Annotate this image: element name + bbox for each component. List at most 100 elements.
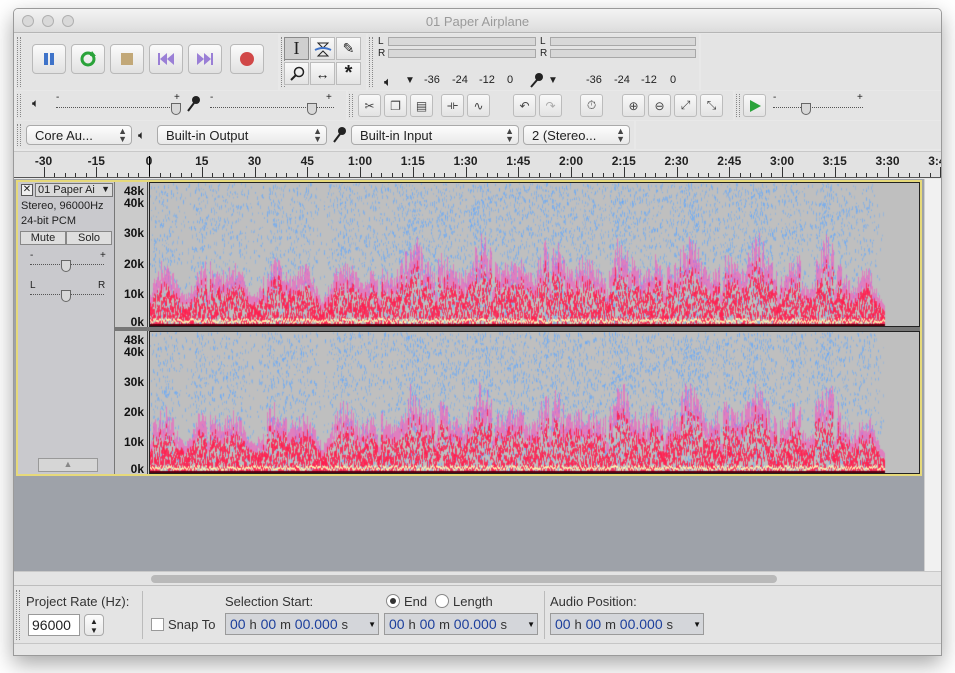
copy-button[interactable]: ❐ (384, 94, 407, 117)
input-channels-select[interactable]: 2 (Stereo... ▲ ▼ (523, 125, 630, 145)
toolbar-grip[interactable] (17, 124, 21, 146)
zoom-in-button[interactable]: ⊕ (622, 94, 645, 117)
multi-tool[interactable]: * (336, 62, 361, 85)
draw-tool[interactable]: ✎ (336, 37, 361, 60)
redo-button[interactable]: ↷ (539, 94, 562, 117)
playback-meter-left[interactable] (388, 37, 536, 46)
play-speed-thumb[interactable] (801, 103, 811, 115)
ruler-minor-tick (486, 173, 488, 177)
playback-meter-right[interactable] (388, 49, 536, 58)
ruler-minor-tick (444, 173, 446, 177)
collapse-track-button[interactable]: ▲ (38, 458, 98, 472)
record-volume-min-label: - (210, 92, 214, 103)
magnifier-icon (289, 66, 304, 81)
undo-button[interactable]: ↶ (513, 94, 536, 117)
track-close-button[interactable]: ✕ (21, 184, 33, 196)
fit-selection-button[interactable]: ⤢ (674, 94, 697, 117)
loop-play-button[interactable] (71, 44, 105, 74)
toolbar-grip[interactable] (17, 94, 21, 117)
track-menu-button[interactable]: 01 Paper Ai ▼ (35, 183, 113, 197)
skip-to-start-button[interactable] (149, 44, 183, 74)
ruler-minor-tick (866, 173, 868, 177)
horizontal-scrollbar[interactable] (14, 571, 941, 585)
minutes-unit: m (439, 617, 450, 632)
silence-button[interactable]: ∿ (467, 94, 490, 117)
vertical-scrollbar[interactable] (924, 179, 941, 571)
snap-to-checkbox[interactable] (151, 618, 164, 631)
playback-volume-slider[interactable] (56, 107, 180, 109)
input-device-select[interactable]: Built-in Input ▲ ▼ (351, 125, 519, 145)
ruler-label: 2:45 (717, 154, 742, 168)
spectrogram-left-channel[interactable] (149, 182, 920, 327)
playback-meter-menu-arrow[interactable]: ▼ (405, 75, 415, 86)
audio-position-time[interactable]: 00 h 00 m 00.000 s ▼ (550, 613, 704, 635)
playback-scale-label: -24 (452, 74, 468, 86)
selection-end-time[interactable]: 00 h 00 m 00.000 s ▼ (384, 613, 538, 635)
envelope-tool[interactable] (310, 37, 335, 60)
toolbar-grip[interactable] (349, 94, 353, 117)
length-radio[interactable] (435, 594, 449, 608)
seconds-value: 00.000 (619, 616, 663, 632)
play-speed-slider[interactable] (773, 107, 863, 109)
solo-button[interactable]: Solo (66, 231, 112, 245)
gain-thumb[interactable] (61, 260, 71, 272)
i-beam-icon: I (293, 38, 300, 58)
record-button[interactable] (230, 44, 264, 74)
zoom-tool[interactable] (284, 62, 309, 85)
toolbar-grip[interactable] (16, 590, 20, 640)
sync-lock-button[interactable]: ⏱︎ (580, 94, 603, 117)
output-device-select[interactable]: Built-in Output ▲ ▼ (157, 125, 327, 145)
selection-start-time[interactable]: 00 h 00 m 00.000 s ▼ (225, 613, 379, 635)
toolbar-grip[interactable] (369, 37, 373, 87)
record-meter-menu-arrow[interactable]: ▼ (548, 75, 558, 86)
divider (544, 591, 545, 639)
stop-button[interactable] (110, 44, 144, 74)
end-radio[interactable] (386, 594, 400, 608)
audacity-window: 01 Paper Airplane I ✎ ↔ * L R L R 🔈︎ ▼ -… (13, 8, 942, 656)
trim-button[interactable]: ⟛ (441, 94, 464, 117)
ruler-label: 3:30 (875, 154, 900, 168)
gain-min-label: - (30, 250, 34, 261)
ruler-minor-tick (106, 173, 108, 177)
ruler-minor-tick (613, 173, 615, 177)
time-shift-tool[interactable]: ↔ (310, 62, 335, 85)
project-rate-input[interactable]: 96000 (28, 614, 80, 636)
playback-volume-thumb[interactable] (171, 103, 181, 115)
timeline-ruler[interactable]: -30-1501530451:001:151:301:452:002:152:3… (14, 151, 941, 178)
fit-project-button[interactable]: ⤡ (700, 94, 723, 117)
record-volume-thumb[interactable] (307, 103, 317, 115)
ruler-minor-tick (159, 173, 161, 177)
ruler-minor-tick (233, 173, 235, 177)
record-meter-right[interactable] (550, 49, 696, 58)
edit-toolbar: ✂ ❐ ▤ ⟛ ∿ ↶ ↷ ⏱︎ ⊕ ⊖ ⤢ ⤡ (348, 91, 733, 120)
mute-button[interactable]: Mute (20, 231, 66, 245)
frequency-scale-left[interactable]: 48k 40k 30k 20k 10k 0k (115, 182, 148, 329)
play-head-marker[interactable] (149, 156, 150, 176)
horizontal-scroll-thumb[interactable] (151, 575, 777, 583)
play-at-speed-button[interactable] (743, 94, 766, 117)
frequency-scale-right[interactable]: 48k 40k 30k 20k 10k 0k (115, 331, 148, 476)
pan-thumb[interactable] (61, 290, 71, 302)
audio-track[interactable]: ✕ 01 Paper Ai ▼ Stereo, 96000Hz 24-bit P… (16, 180, 922, 476)
project-rate-stepper[interactable]: ▲ ▼ (84, 614, 104, 636)
selection-tool[interactable]: I (284, 37, 309, 60)
audio-host-select[interactable]: Core Au... ▲ ▼ (26, 125, 132, 145)
pause-button[interactable] (32, 44, 66, 74)
track-bitdepth: 24-bit PCM (21, 215, 77, 227)
zoom-out-button[interactable]: ⊖ (648, 94, 671, 117)
toolbar-grip[interactable] (17, 37, 21, 87)
ruler-label: 1:15 (400, 154, 425, 168)
ruler-minor-tick (497, 173, 499, 177)
toolbar-grip[interactable] (736, 94, 740, 117)
cut-button[interactable]: ✂ (358, 94, 381, 117)
ruler-minor-tick (391, 173, 393, 177)
record-meter-left[interactable] (550, 37, 696, 46)
spectrogram-right-channel[interactable] (149, 331, 920, 474)
paste-button[interactable]: ▤ (410, 94, 433, 117)
ruler-minor-tick (191, 173, 193, 177)
seconds-unit: s (341, 617, 349, 632)
minutes-value: 00 (260, 616, 277, 632)
input-device-value: Built-in Input (360, 128, 433, 143)
status-bar (14, 643, 941, 655)
skip-to-end-button[interactable] (188, 44, 222, 74)
